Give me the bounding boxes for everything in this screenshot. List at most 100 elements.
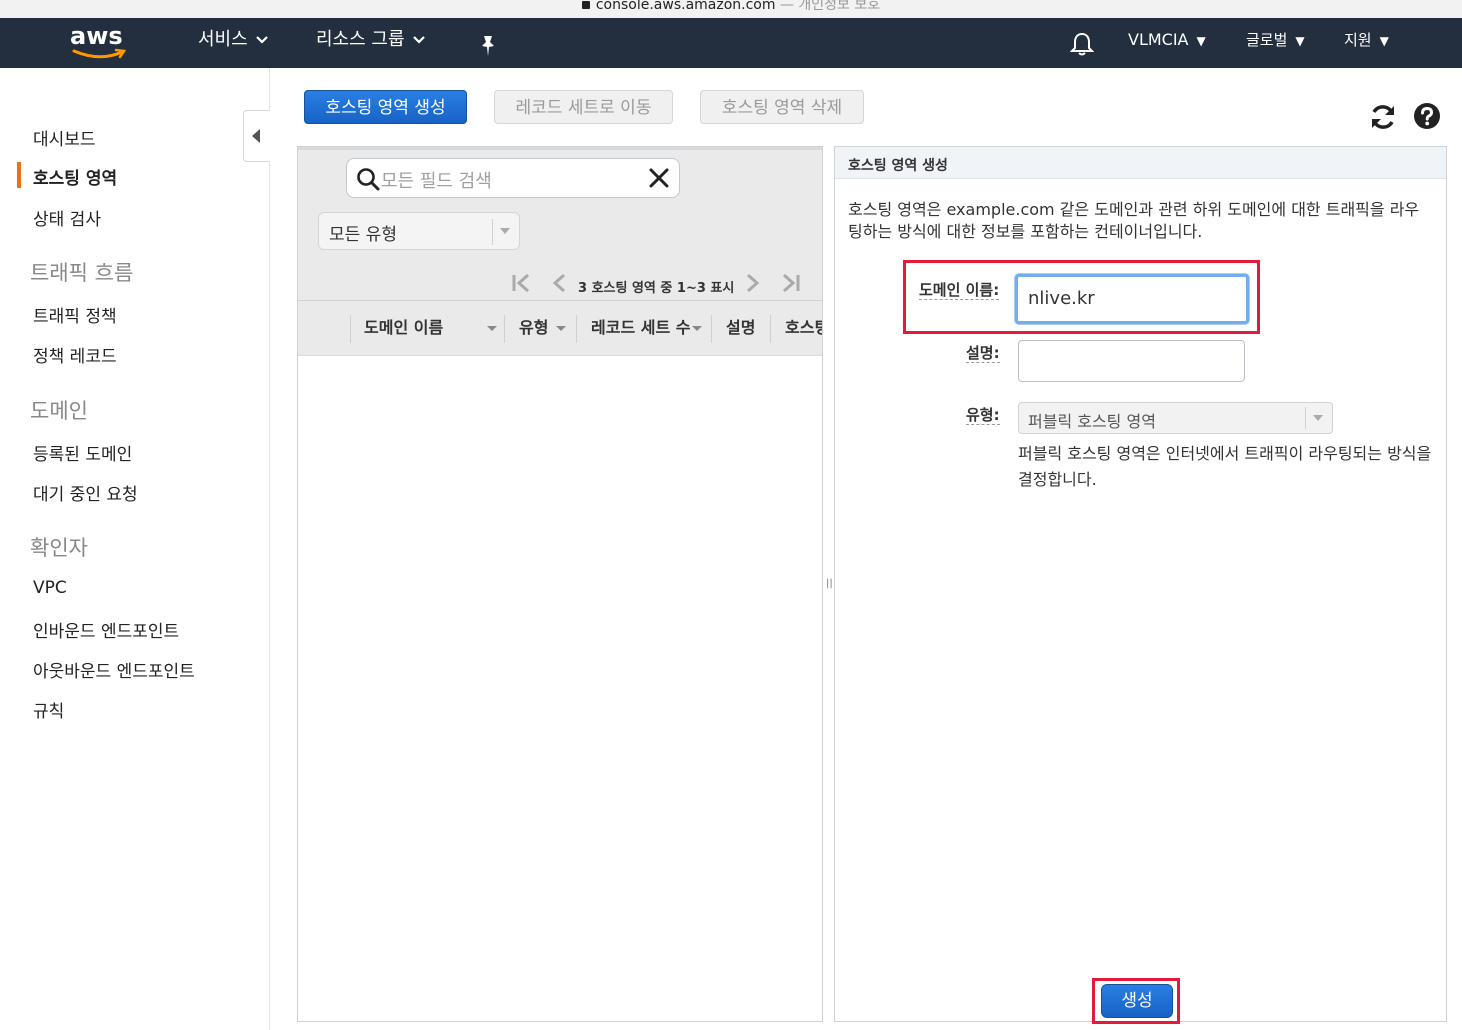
pagination-text: 3 호스팅 영역 중 1~3 표시: [578, 281, 735, 296]
type-label: 유형:: [966, 406, 1000, 425]
account-menu[interactable]: VLMCIA ▼: [1128, 18, 1206, 68]
resource-groups-menu[interactable]: 리소스 그룹: [316, 18, 425, 68]
column-hosted-zone-id-label: 호스팅: [785, 318, 822, 337]
column-divider: [504, 315, 505, 343]
sidebar-section-traffic-flow: 트래픽 흐름: [30, 261, 134, 285]
services-menu[interactable]: 서비스: [198, 18, 268, 68]
hosted-zones-list-panel: 모든 필드 검색 모든 유형 3 호스팅 영역 중 1~3 표시 도메인 이름 …: [297, 146, 823, 1022]
go-to-record-sets-button[interactable]: 레코드 세트로 이동: [494, 90, 673, 124]
aws-logo-text: aws: [70, 22, 123, 50]
sidebar-item-vpcs[interactable]: VPC: [33, 578, 67, 598]
pin-button[interactable]: [478, 30, 498, 56]
panel-title: 호스팅 영역 생성: [848, 158, 948, 174]
support-menu[interactable]: 지원 ▼: [1344, 18, 1389, 68]
first-page-icon[interactable]: [510, 273, 534, 293]
column-comment[interactable]: 설명: [726, 301, 756, 355]
next-page-icon[interactable]: [740, 273, 764, 293]
sidebar-item-pending-requests[interactable]: 대기 중인 요청: [33, 480, 138, 505]
grip-icon: ||: [826, 578, 833, 589]
comment-input[interactable]: [1018, 340, 1245, 382]
column-divider: [576, 315, 577, 343]
sidebar-active-marker: [17, 162, 21, 188]
services-label: 서비스: [198, 29, 248, 50]
sidebar-collapse-button[interactable]: [243, 110, 270, 162]
region-label: 글로벌: [1246, 31, 1288, 49]
region-menu[interactable]: 글로벌 ▼: [1246, 18, 1305, 68]
lock-icon: [581, 1, 590, 9]
table-header: 도메인 이름 유형 레코드 세트 수 설명 호스팅: [298, 300, 822, 356]
sidebar-item-hosted-zones[interactable]: 호스팅 영역: [33, 164, 117, 189]
search-icon: [357, 168, 380, 191]
sidebar-item-traffic-policies[interactable]: 트래픽 정책: [33, 302, 117, 327]
domain-name-label: 도메인 이름:: [919, 281, 1000, 300]
column-record-set-count[interactable]: 레코드 세트 수: [591, 301, 703, 355]
bell-icon: [1069, 32, 1095, 56]
panel-resize-handle[interactable]: ||: [823, 146, 834, 1022]
sidebar-item-registered-domains[interactable]: 등록된 도메인: [33, 440, 132, 465]
close-icon[interactable]: [647, 166, 671, 190]
refresh-button[interactable]: [1368, 102, 1398, 132]
browser-url-suffix: — 개인정보 보호: [779, 0, 881, 13]
caret-down-icon: ▼: [1196, 33, 1206, 48]
browser-url-bar: console.aws.amazon.com — 개인정보 보호: [0, 0, 1462, 18]
help-icon: [1414, 103, 1440, 129]
browser-url: console.aws.amazon.com: [595, 0, 776, 13]
notifications-button[interactable]: [1069, 30, 1095, 56]
sidebar-item-dashboard[interactable]: 대시보드: [33, 125, 96, 150]
column-divider: [350, 315, 351, 343]
column-hosted-zone-id[interactable]: 호스팅: [785, 301, 822, 355]
column-record-set-count-label: 레코드 세트 수: [591, 318, 691, 337]
resource-groups-label: 리소스 그룹: [316, 29, 405, 50]
type-help-text: 퍼블릭 호스팅 영역은 인터넷에서 트래픽이 라우팅되는 방식을 결정합니다.: [1018, 444, 1432, 489]
select-divider: [1305, 407, 1306, 429]
sidebar-item-policy-records[interactable]: 정책 레코드: [33, 342, 117, 367]
column-domain-name[interactable]: 도메인 이름: [364, 301, 498, 355]
refresh-icon: [1372, 105, 1394, 129]
type-filter-value: 모든 유형: [329, 225, 397, 245]
caret-down-icon: ▼: [1379, 33, 1389, 48]
chevron-down-icon: [255, 36, 268, 44]
search-box[interactable]: 모든 필드 검색: [346, 158, 680, 198]
sort-icon: [487, 326, 498, 331]
caret-down-icon: [1313, 415, 1323, 421]
sidebar-section-domains: 도메인: [30, 399, 88, 423]
type-select[interactable]: 퍼블릭 호스팅 영역: [1018, 402, 1333, 434]
sidebar-section-resolver: 확인자: [30, 536, 88, 560]
create-hosted-zone-button[interactable]: 호스팅 영역 생성: [304, 90, 467, 124]
column-type[interactable]: 유형: [519, 301, 567, 355]
column-type-label: 유형: [519, 318, 549, 337]
last-page-icon[interactable]: [778, 273, 802, 293]
caret-down-icon: [500, 228, 510, 234]
column-divider: [770, 315, 771, 343]
sidebar-item-health-checks[interactable]: 상태 검사: [33, 205, 101, 230]
list-filter-area: 모든 필드 검색 모든 유형 3 호스팅 영역 중 1~3 표시: [298, 147, 822, 300]
aws-logo[interactable]: aws: [70, 22, 130, 62]
sidebar-item-outbound-endpoints[interactable]: 아웃바운드 엔드포인트: [33, 657, 195, 682]
type-select-value: 퍼블릭 호스팅 영역: [1028, 412, 1156, 431]
sort-icon: [692, 326, 703, 331]
previous-page-icon[interactable]: [548, 273, 572, 293]
top-navigation: aws 서비스 리소스 그룹 VLMCIA ▼ 글로벌 ▼ 지원 ▼: [0, 18, 1462, 68]
create-hosted-zone-panel: 호스팅 영역 생성 호스팅 영역은 example.com 같은 도메인과 관련…: [834, 146, 1447, 1024]
caret-down-icon: ▼: [1295, 33, 1305, 48]
aws-smile-icon: [72, 48, 127, 59]
sort-icon: [556, 326, 567, 331]
panel-header: 호스팅 영역 생성: [835, 147, 1446, 179]
domain-name-input[interactable]: nlive.kr: [1015, 274, 1249, 324]
support-label: 지원: [1344, 31, 1372, 49]
type-filter-select[interactable]: 모든 유형: [318, 212, 520, 250]
column-comment-label: 설명: [726, 318, 756, 337]
account-label: VLMCIA: [1128, 30, 1189, 49]
delete-hosted-zone-button[interactable]: 호스팅 영역 삭제: [700, 90, 864, 124]
sidebar-item-inbound-endpoints[interactable]: 인바운드 엔드포인트: [33, 617, 179, 642]
sidebar-item-rules[interactable]: 규칙: [33, 697, 64, 722]
comment-label: 설명:: [966, 344, 1000, 363]
pagination: 3 호스팅 영역 중 1~3 표시: [508, 268, 808, 298]
create-button[interactable]: 생성: [1101, 984, 1173, 1018]
form-description: 호스팅 영역은 example.com 같은 도메인과 관련 하위 도메인에 대…: [848, 200, 1420, 241]
column-domain-name-label: 도메인 이름: [364, 318, 444, 337]
search-input[interactable]: 모든 필드 검색: [381, 167, 492, 193]
pin-icon: [482, 36, 494, 56]
help-button[interactable]: [1413, 102, 1443, 132]
chevron-down-icon: [412, 36, 425, 44]
